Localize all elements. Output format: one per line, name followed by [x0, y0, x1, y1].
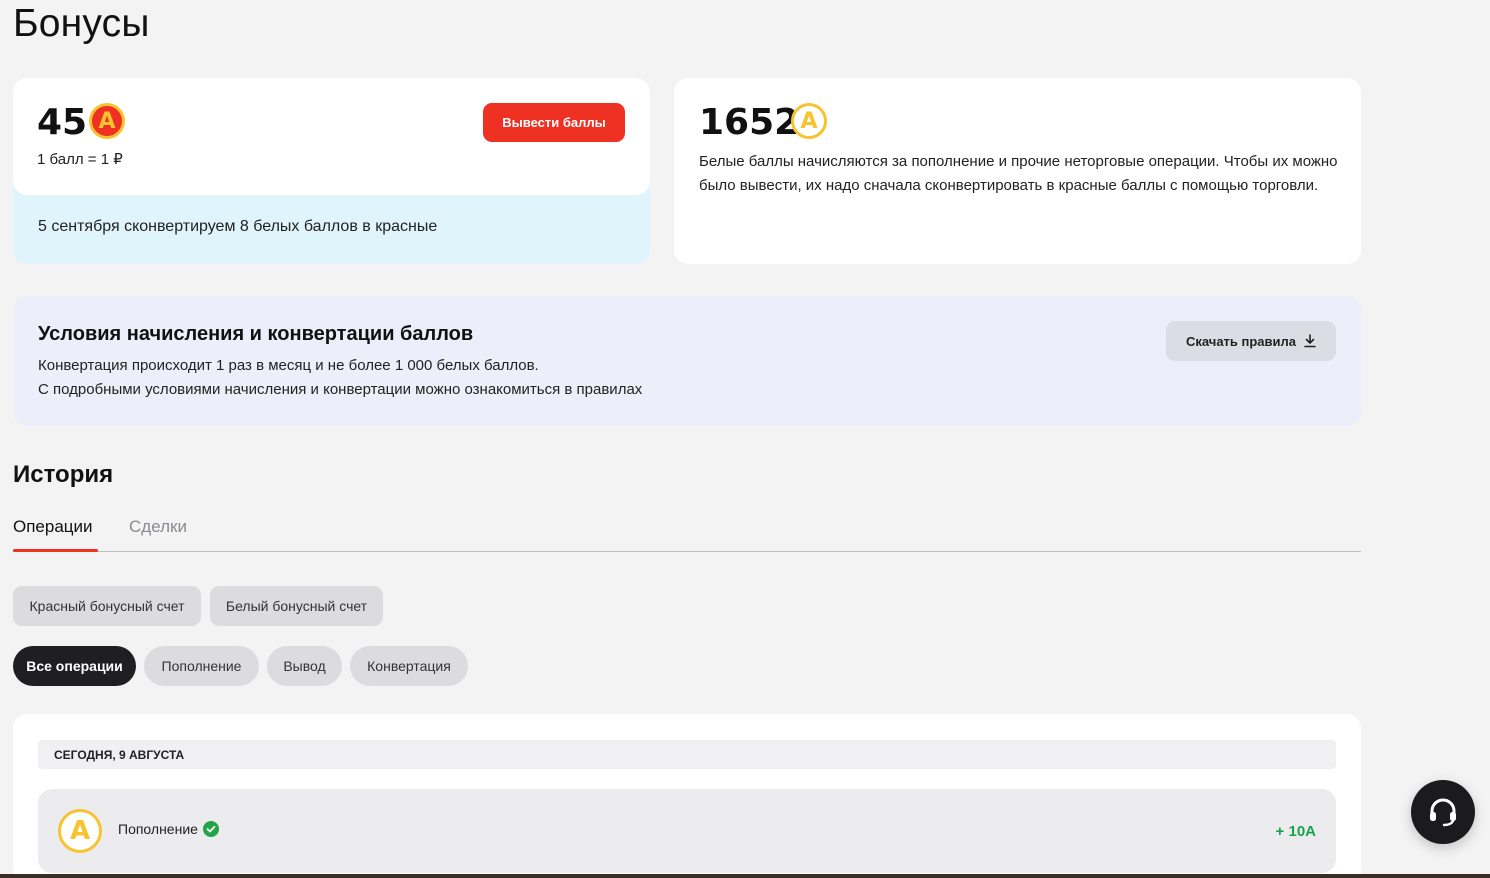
red-balance-top: 45 A 1 балл = 1 ₽ Вывести баллы	[13, 78, 650, 195]
bottom-edge	[0, 874, 1490, 878]
download-rules-button[interactable]: Скачать правила	[1166, 321, 1336, 361]
rules-title: Условия начисления и конвертации баллов	[38, 323, 474, 345]
account-white-button[interactable]: Белый бонусный счет	[210, 586, 383, 626]
white-balance-description: Белые баллы начисляются за пополнение и …	[699, 153, 1338, 194]
tab-operations[interactable]: Операции	[13, 517, 93, 537]
white-coin-icon: A	[791, 103, 827, 139]
date-header: СЕГОДНЯ, 9 АВГУСТА	[38, 740, 1336, 769]
filter-all[interactable]: Все операции	[13, 646, 136, 686]
account-red-button[interactable]: Красный бонусный счет	[13, 586, 201, 626]
conversion-note: 5 сентября сконвертируем 8 белых баллов …	[38, 218, 438, 235]
red-coin-icon: A	[89, 103, 125, 139]
filter-conversion[interactable]: Конвертация	[350, 646, 468, 686]
operation-name-label: Пополнение	[118, 821, 198, 837]
red-balance-card: 45 A 1 балл = 1 ₽ Вывести баллы 5 сентяб…	[13, 78, 650, 264]
exchange-rate: 1 балл = 1 ₽	[37, 151, 123, 168]
check-circle-icon	[202, 821, 219, 837]
history-title: История	[13, 461, 114, 488]
rules-card: Условия начисления и конвертации баллов …	[13, 296, 1361, 426]
operation-amount: + 10A	[1275, 823, 1316, 840]
filter-withdraw[interactable]: Вывод	[267, 646, 342, 686]
tab-deals[interactable]: Сделки	[129, 517, 187, 537]
support-chat-button[interactable]	[1411, 780, 1475, 844]
download-icon	[1304, 334, 1316, 348]
white-coin-icon: A	[58, 809, 102, 853]
download-rules-label: Скачать правила	[1185, 333, 1297, 349]
filter-topup[interactable]: Пополнение	[144, 646, 259, 686]
tabs-divider	[13, 551, 1361, 552]
tab-active-indicator	[13, 549, 98, 552]
withdraw-button[interactable]: Вывести баллы	[483, 103, 625, 142]
headset-icon	[1430, 798, 1456, 827]
operation-row[interactable]: A Пополнение + 10A	[38, 789, 1336, 873]
operations-list: СЕГОДНЯ, 9 АВГУСТА A Пополнение + 10A	[13, 714, 1361, 878]
rules-line-1: Конвертация происходит 1 раз в месяц и н…	[38, 357, 539, 374]
rules-line-2: С подробными условиями начисления и конв…	[38, 381, 643, 398]
operation-name: Пополнение	[118, 821, 219, 837]
page-title: Бонусы	[13, 2, 150, 45]
white-balance-card: 1652 A Белые баллы начисляются за пополн…	[674, 78, 1361, 264]
red-balance-amount: 45	[37, 102, 88, 143]
white-balance-amount: 1652	[699, 102, 800, 143]
